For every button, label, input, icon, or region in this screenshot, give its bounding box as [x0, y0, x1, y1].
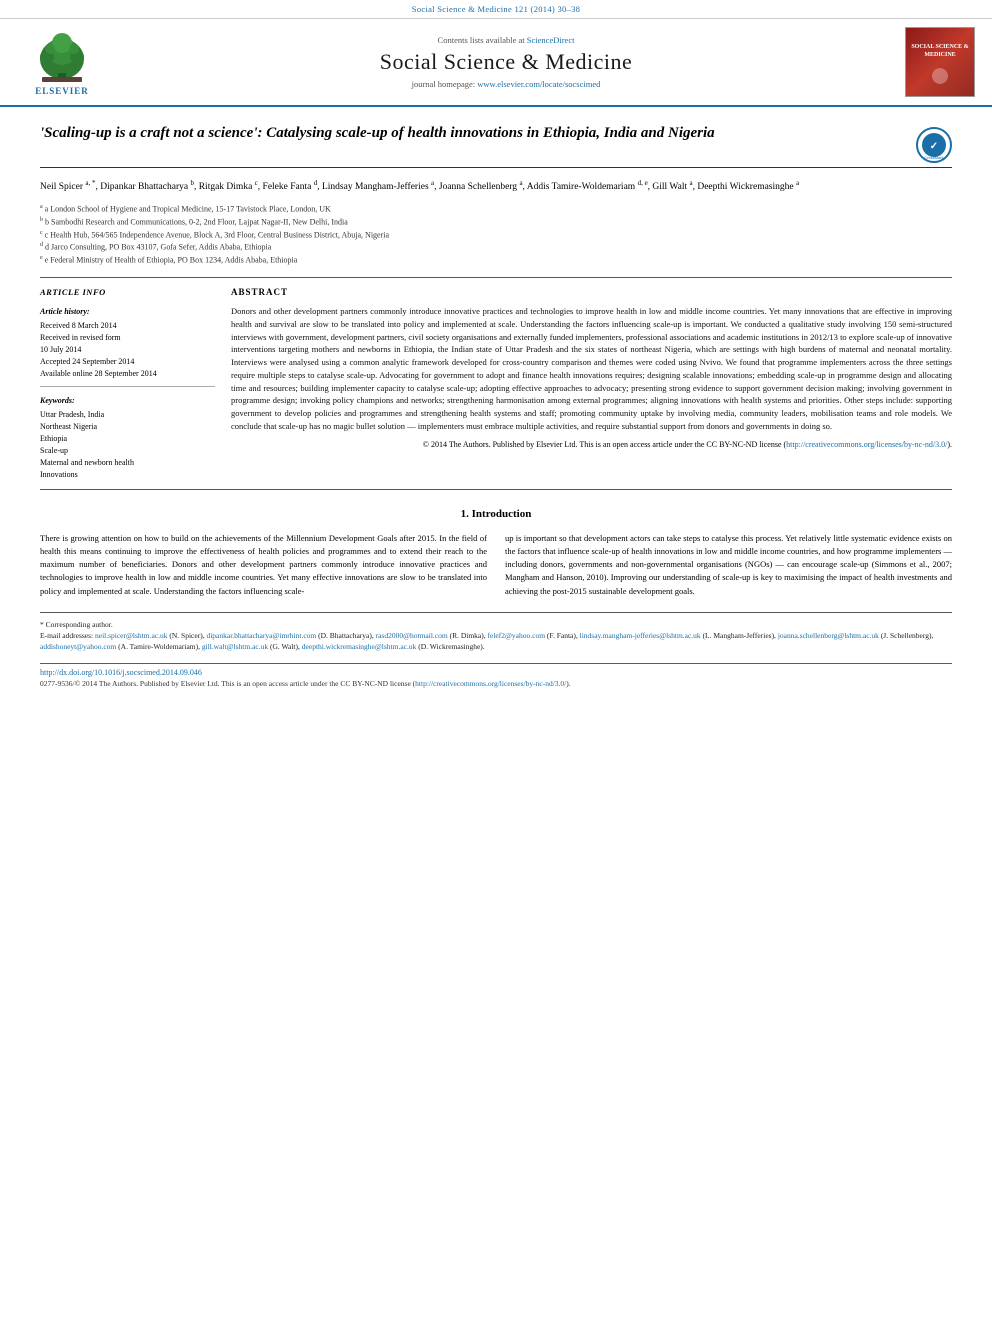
article-info-column: ARTICLE INFO Article history: Received 8…	[40, 286, 215, 482]
accepted-date: Accepted 24 September 2014	[40, 356, 215, 368]
abstract-text: Donors and other development partners co…	[231, 305, 952, 433]
affiliation-d: d d Jarco Consulting, PO Box 43107, Gofa…	[40, 241, 952, 254]
article-body: ARTICLE INFO Article history: Received 8…	[40, 277, 952, 491]
email-tamire[interactable]: addishoneyt@yahoo.com	[40, 642, 116, 651]
keyword-2: Northeast Nigeria	[40, 421, 215, 433]
keyword-4: Scale-up	[40, 445, 215, 457]
abstract-column: ABSTRACT Donors and other development pa…	[231, 286, 952, 482]
keyword-6: Innovations	[40, 469, 215, 481]
email-addresses: E-mail addresses: neil.spicer@lshtm.ac.u…	[40, 630, 952, 653]
cc-license-link[interactable]: http://creativecommons.org/licenses/by-n…	[786, 440, 947, 449]
main-content: 'Scaling-up is a craft not a science': C…	[0, 107, 992, 708]
elsevier-logo-section: ELSEVIER	[12, 27, 112, 97]
email-label: E-mail addresses:	[40, 631, 93, 640]
svg-text:✓: ✓	[930, 141, 938, 152]
email-dimka[interactable]: rasd2000@hotmail.com	[376, 631, 448, 640]
homepage-url[interactable]: www.elsevier.com/locate/socscimed	[477, 79, 600, 89]
cover-image: SOCIAL SCIENCE & MEDICINE	[905, 27, 975, 97]
available-date: Available online 28 September 2014	[40, 368, 215, 380]
elsevier-logo: ELSEVIER	[32, 29, 92, 96]
article-title: 'Scaling-up is a craft not a science': C…	[40, 123, 916, 144]
keyword-1: Uttar Pradesh, India	[40, 409, 215, 421]
email-mangham[interactable]: lindsay.mangham-jefferies@lshtm.ac.uk	[580, 631, 701, 640]
journal-citation: Social Science & Medicine 121 (2014) 30–…	[412, 4, 580, 14]
info-divider	[40, 386, 215, 387]
journal-header: ELSEVIER Contents lists available at Sci…	[0, 19, 992, 107]
keyword-5: Maternal and newborn health	[40, 457, 215, 469]
sciencedirect-link[interactable]: ScienceDirect	[527, 35, 575, 45]
email-list: neil.spicer@lshtm.ac.uk (N. Spicer), dip…	[40, 631, 933, 651]
elsevier-text: ELSEVIER	[35, 86, 89, 96]
issn-cc-link[interactable]: http://creativecommons.org/licenses/by-n…	[415, 679, 566, 688]
cover-decoration	[932, 68, 948, 84]
issn-line: 0277-9536/© 2014 The Authors. Published …	[40, 679, 952, 688]
affiliation-e: e e Federal Ministry of Health of Ethiop…	[40, 254, 952, 267]
article-info-heading: ARTICLE INFO	[40, 286, 215, 299]
email-walt[interactable]: gill.walt@lshtm.ac.uk	[202, 642, 268, 651]
issn-text: 0277-9536/© 2014 The Authors. Published …	[40, 679, 571, 688]
affiliation-c: c c Health Hub, 564/565 Independence Ave…	[40, 229, 952, 242]
introduction-columns: There is growing attention on how to bui…	[40, 532, 952, 598]
intro-col-2: up is important so that development acto…	[505, 532, 952, 598]
email-wickremasinghe[interactable]: deepthi.wickremasinghe@lshtm.ac.uk	[302, 642, 417, 651]
journal-title: Social Science & Medicine	[380, 49, 633, 75]
email-schellenberg[interactable]: joanna.schellenberg@lshtm.ac.uk	[778, 631, 879, 640]
received-revised-label: Received in revised form	[40, 332, 215, 344]
journal-homepage: journal homepage: www.elsevier.com/locat…	[412, 79, 601, 89]
keyword-3: Ethiopia	[40, 433, 215, 445]
copyright-text: © 2014 The Authors. Published by Elsevie…	[423, 440, 952, 449]
doi-link[interactable]: http://dx.doi.org/10.1016/j.socscimed.20…	[40, 668, 202, 677]
keywords-title: Keywords:	[40, 395, 215, 407]
email-bhattacharya[interactable]: dipankar.bhattacharya@imrhint.com	[206, 631, 316, 640]
revised-date: 10 July 2014	[40, 344, 215, 356]
affiliation-a: a a London School of Hygiene and Tropica…	[40, 203, 952, 216]
contents-line: Contents lists available at ScienceDirec…	[438, 35, 575, 45]
received-date: Received 8 March 2014	[40, 320, 215, 332]
journal-cover-thumbnail: SOCIAL SCIENCE & MEDICINE	[900, 27, 980, 97]
svg-text:CrossMark: CrossMark	[924, 155, 943, 160]
doi-line: http://dx.doi.org/10.1016/j.socscimed.20…	[40, 668, 952, 677]
elsevier-tree-icon	[32, 29, 92, 84]
copyright-line: © 2014 The Authors. Published by Elsevie…	[231, 439, 952, 451]
abstract-heading: ABSTRACT	[231, 286, 952, 300]
journal-header-center: Contents lists available at ScienceDirec…	[122, 27, 890, 97]
intro-col-1: There is growing attention on how to bui…	[40, 532, 487, 598]
email-spicer[interactable]: neil.spicer@lshtm.ac.uk	[95, 631, 168, 640]
crossmark-icon: ✓ CrossMark	[916, 127, 952, 163]
affiliation-b: b b Sambodhi Research and Communications…	[40, 216, 952, 229]
introduction-section: 1. Introduction There is growing attenti…	[40, 506, 952, 597]
introduction-heading: 1. Introduction	[40, 506, 952, 524]
corresponding-author: * Corresponding author.	[40, 619, 952, 630]
authors-section: Neil Spicer a, *, Dipankar Bhattacharya …	[40, 178, 952, 195]
article-history-title: Article history:	[40, 306, 215, 318]
cover-text: SOCIAL SCIENCE & MEDICINE	[906, 40, 974, 64]
article-title-section: 'Scaling-up is a craft not a science': C…	[40, 123, 952, 168]
authors-text: Neil Spicer a, *, Dipankar Bhattacharya …	[40, 182, 799, 192]
footnotes-section: * Corresponding author. E-mail addresses…	[40, 612, 952, 653]
affiliations-section: a a London School of Hygiene and Tropica…	[40, 203, 952, 266]
email-fanta[interactable]: felef2@yahoo.com	[488, 631, 546, 640]
journal-top-bar: Social Science & Medicine 121 (2014) 30–…	[0, 0, 992, 19]
bottom-bar: http://dx.doi.org/10.1016/j.socscimed.20…	[40, 663, 952, 692]
